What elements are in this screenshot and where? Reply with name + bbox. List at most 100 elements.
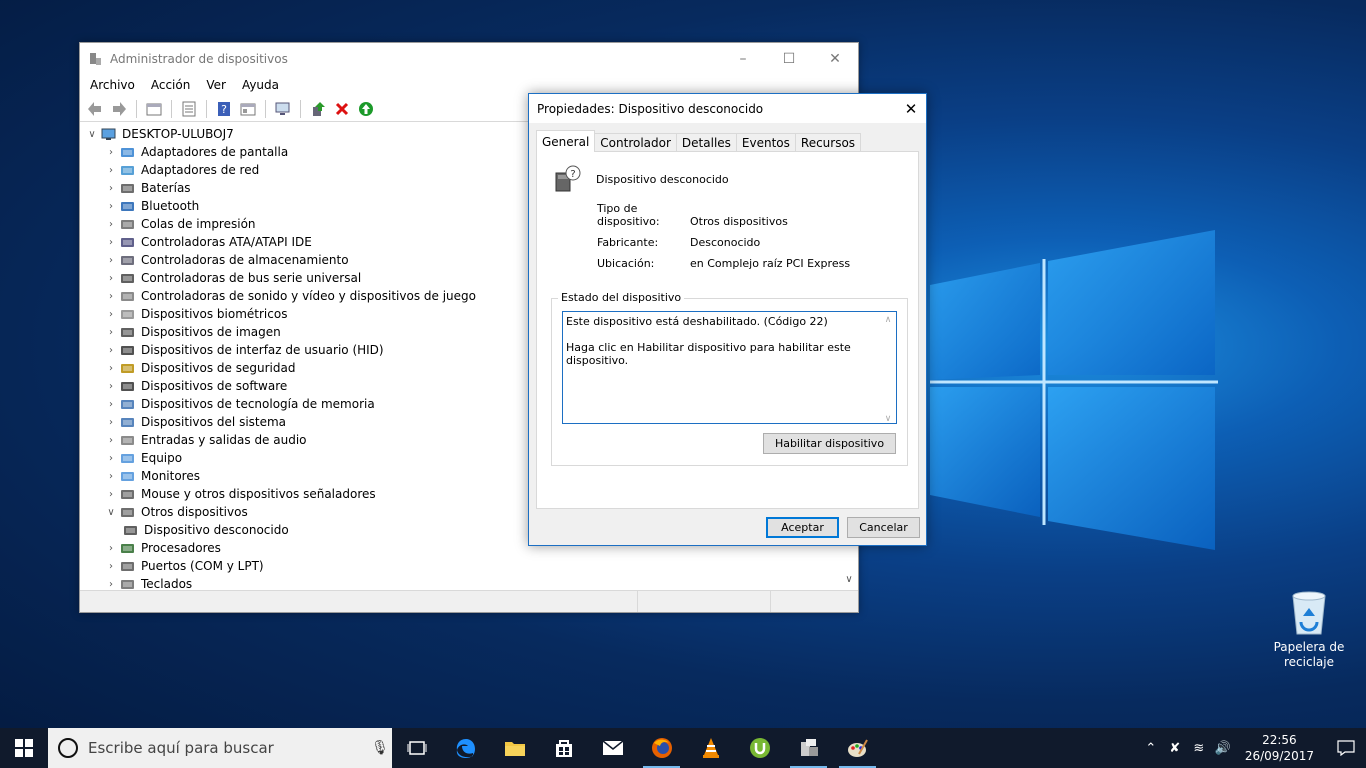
expand-arrow-icon[interactable]: ›: [103, 399, 119, 410]
device-header: ? Dispositivo desconocido: [554, 165, 729, 193]
expand-arrow-icon[interactable]: ›: [103, 273, 119, 284]
scan-hardware-button[interactable]: [272, 99, 294, 119]
forward-button[interactable]: [108, 99, 130, 119]
taskbar-file-explorer[interactable]: [490, 728, 539, 768]
collapse-arrow-icon[interactable]: ∨: [84, 129, 100, 140]
expand-arrow-icon[interactable]: ›: [103, 327, 119, 338]
tab-eventos[interactable]: Eventos: [735, 133, 796, 152]
taskbar-store[interactable]: [539, 728, 588, 768]
expand-arrow-icon[interactable]: ›: [103, 435, 119, 446]
tab-recursos[interactable]: Recursos: [794, 133, 862, 152]
back-button[interactable]: [84, 99, 106, 119]
taskbar-edge[interactable]: [441, 728, 490, 768]
menu-ver[interactable]: Ver: [198, 78, 234, 92]
expand-arrow-icon[interactable]: ›: [103, 201, 119, 212]
enable-device-button[interactable]: [355, 99, 377, 119]
tree-item-label: Colas de impresión: [141, 217, 256, 231]
utorrent-icon: [749, 738, 770, 758]
tab-controlador[interactable]: Controlador: [594, 133, 677, 152]
expand-arrow-icon[interactable]: ›: [103, 489, 119, 500]
expand-arrow-icon[interactable]: ›: [103, 165, 119, 176]
microphone-icon[interactable]: 🎙: [368, 740, 392, 756]
toolbar-separator: [171, 99, 172, 118]
close-button[interactable]: ✕: [812, 43, 858, 74]
tree-item-label: Entradas y salidas de audio: [141, 433, 307, 447]
manufacturer-value: Desconocido: [690, 236, 761, 249]
minimize-button[interactable]: –: [720, 43, 766, 74]
uninstall-device-button[interactable]: [331, 99, 353, 119]
show-hidden-icons-chevron-icon[interactable]: ⌃: [1139, 741, 1163, 756]
taskbar-paint[interactable]: [833, 728, 882, 768]
collapse-arrow-icon[interactable]: ∨: [103, 507, 119, 518]
manufacturer-label: Fabricante:: [597, 236, 659, 249]
clock[interactable]: 22:56 26/09/2017: [1245, 732, 1314, 764]
cancel-button[interactable]: Cancelar: [847, 517, 920, 538]
action-center-button[interactable]: [1326, 740, 1366, 756]
expand-arrow-icon[interactable]: ›: [103, 147, 119, 158]
disabled-device-icon: [122, 523, 138, 537]
windows-start-icon: [15, 739, 33, 757]
tree-item-label: Baterías: [141, 181, 191, 195]
wifi-icon[interactable]: ≋: [1187, 741, 1211, 756]
input-language-icon[interactable]: ✘: [1163, 741, 1187, 756]
menu-ayuda[interactable]: Ayuda: [234, 78, 287, 92]
recycle-bin-shortcut[interactable]: Papelera de reciclaje: [1272, 588, 1346, 670]
expand-arrow-icon[interactable]: ›: [103, 579, 119, 590]
dialog-close-button[interactable]: ✕: [896, 100, 926, 118]
help-button[interactable]: ?: [213, 99, 235, 119]
device-status-textbox[interactable]: Este dispositivo está deshabilitado. (Có…: [562, 311, 897, 424]
enable-device-button[interactable]: Habilitar dispositivo: [763, 433, 896, 454]
tree-category-item[interactable]: › Puertos (COM y LPT): [80, 557, 856, 575]
taskbar-search-box[interactable]: Escribe aquí para buscar 🎙: [48, 728, 392, 768]
show-hide-console-tree-button[interactable]: [143, 99, 165, 119]
taskbar-vlc[interactable]: [686, 728, 735, 768]
device-type-label: Tipo de dispositivo:: [597, 202, 660, 228]
expand-arrow-icon[interactable]: ›: [103, 291, 119, 302]
maximize-button[interactable]: ☐: [766, 43, 812, 74]
ok-button[interactable]: Aceptar: [766, 517, 839, 538]
windows-wallpaper-logo: [930, 225, 1220, 555]
expand-arrow-icon[interactable]: ›: [103, 183, 119, 194]
show-hidden-devices-button[interactable]: [237, 99, 259, 119]
taskbar-device-manager[interactable]: [784, 728, 833, 768]
status-scrollbar[interactable]: ∧ ∨: [882, 314, 894, 424]
tree-category-item[interactable]: › Teclados: [80, 575, 856, 590]
taskbar-utorrent[interactable]: [735, 728, 784, 768]
expand-arrow-icon[interactable]: ›: [103, 363, 119, 374]
expand-arrow-icon[interactable]: ›: [103, 543, 119, 554]
properties-button[interactable]: [178, 99, 200, 119]
expand-arrow-icon[interactable]: ›: [103, 345, 119, 356]
expand-arrow-icon[interactable]: ›: [103, 453, 119, 464]
device-manager-app-icon: [88, 52, 102, 66]
vlc-icon: [702, 738, 719, 758]
expand-arrow-icon[interactable]: ›: [103, 471, 119, 482]
tab-detalles[interactable]: Detalles: [675, 133, 737, 152]
edge-icon: [456, 739, 475, 758]
expand-arrow-icon[interactable]: ›: [103, 561, 119, 572]
scroll-down-arrow-icon[interactable]: ∨: [842, 574, 856, 590]
expand-arrow-icon[interactable]: ›: [103, 417, 119, 428]
menu-archivo[interactable]: Archivo: [82, 78, 143, 92]
cortana-icon[interactable]: [58, 738, 78, 758]
update-driver-button[interactable]: [307, 99, 329, 119]
paint-icon: [847, 739, 868, 757]
tree-item-label: Mouse y otros dispositivos señaladores: [141, 487, 376, 501]
start-button[interactable]: [0, 728, 48, 768]
store-icon: [555, 740, 572, 757]
menu-accion[interactable]: Acción: [143, 78, 198, 92]
expand-arrow-icon[interactable]: ›: [103, 237, 119, 248]
tab-general[interactable]: General: [536, 130, 596, 152]
properties-titlebar[interactable]: Propiedades: Dispositivo desconocido ✕: [529, 94, 926, 123]
expand-arrow-icon[interactable]: ›: [103, 381, 119, 392]
volume-icon[interactable]: 🔊: [1211, 741, 1235, 756]
expand-arrow-icon[interactable]: ›: [103, 309, 119, 320]
expand-arrow-icon[interactable]: ›: [103, 219, 119, 230]
taskbar-firefox[interactable]: [637, 728, 686, 768]
taskbar-mail[interactable]: [588, 728, 637, 768]
expand-arrow-icon[interactable]: ›: [103, 255, 119, 266]
tree-item-label: Controladoras de sonido y vídeo y dispos…: [141, 289, 476, 303]
device-manager-titlebar[interactable]: Administrador de dispositivos – ☐ ✕: [80, 43, 858, 74]
processor-icon: [119, 541, 135, 555]
memory-icon: [119, 397, 135, 411]
task-view-button[interactable]: [392, 728, 441, 768]
